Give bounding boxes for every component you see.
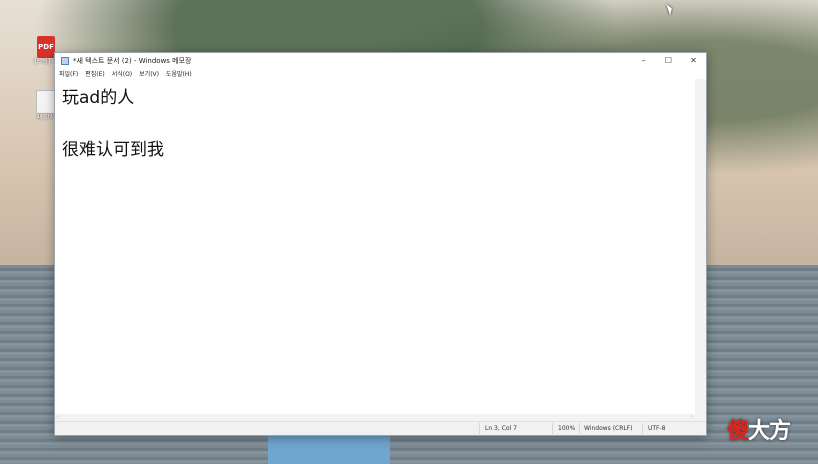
scroll-right-icon[interactable]: › — [691, 414, 693, 420]
notepad-window[interactable]: *새 텍스트 문서 (2) - Windows 메모장 – ☐ ✕ 파일(F) … — [54, 52, 707, 436]
watermark-part1: 傻 — [727, 419, 749, 444]
title-bar[interactable]: *새 텍스트 문서 (2) - Windows 메모장 – ☐ ✕ — [55, 53, 706, 68]
menu-edit[interactable]: 편집(E) — [85, 69, 105, 78]
status-line-ending: Windows (CRLF) — [584, 425, 633, 432]
status-encoding: UTF-8 — [648, 425, 666, 432]
notepad-icon — [61, 56, 69, 65]
window-title: *새 텍스트 문서 (2) - Windows 메모장 — [73, 56, 192, 65]
pdf-file-icon: PDF — [37, 36, 55, 58]
status-separator — [479, 423, 480, 434]
background-person — [268, 432, 390, 464]
menu-format[interactable]: 서식(O) — [112, 69, 132, 78]
maximize-button[interactable]: ☐ — [656, 53, 681, 68]
editor-line: 玩ad的人 — [62, 88, 135, 108]
status-bar: Ln 3, Col 7 100% Windows (CRLF) UTF-8 — [55, 421, 706, 435]
watermark: 傻大方 — [727, 413, 791, 445]
text-editor[interactable]: 玩ad的人 很难认可到我 — [55, 79, 695, 414]
status-separator — [642, 423, 643, 434]
scroll-left-icon[interactable]: ‹ — [57, 414, 59, 420]
watermark-part2: 大方 — [748, 419, 791, 444]
minimize-button[interactable]: – — [631, 53, 656, 68]
menu-help[interactable]: 도움말(H) — [166, 69, 192, 78]
menu-view[interactable]: 보기(V) — [139, 69, 159, 78]
status-separator — [579, 423, 580, 434]
status-zoom: 100% — [558, 425, 576, 432]
close-button[interactable]: ✕ — [681, 53, 706, 68]
menu-bar: 파일(F) 편집(E) 서식(O) 보기(V) 도움말(H) — [55, 68, 706, 79]
editor-line: 很难认可到我 — [62, 140, 164, 160]
status-separator — [552, 423, 553, 434]
text-file-icon — [36, 90, 56, 114]
menu-file[interactable]: 파일(F) — [59, 69, 78, 78]
vertical-scrollbar[interactable] — [695, 79, 706, 414]
status-cursor-position: Ln 3, Col 7 — [485, 425, 517, 432]
